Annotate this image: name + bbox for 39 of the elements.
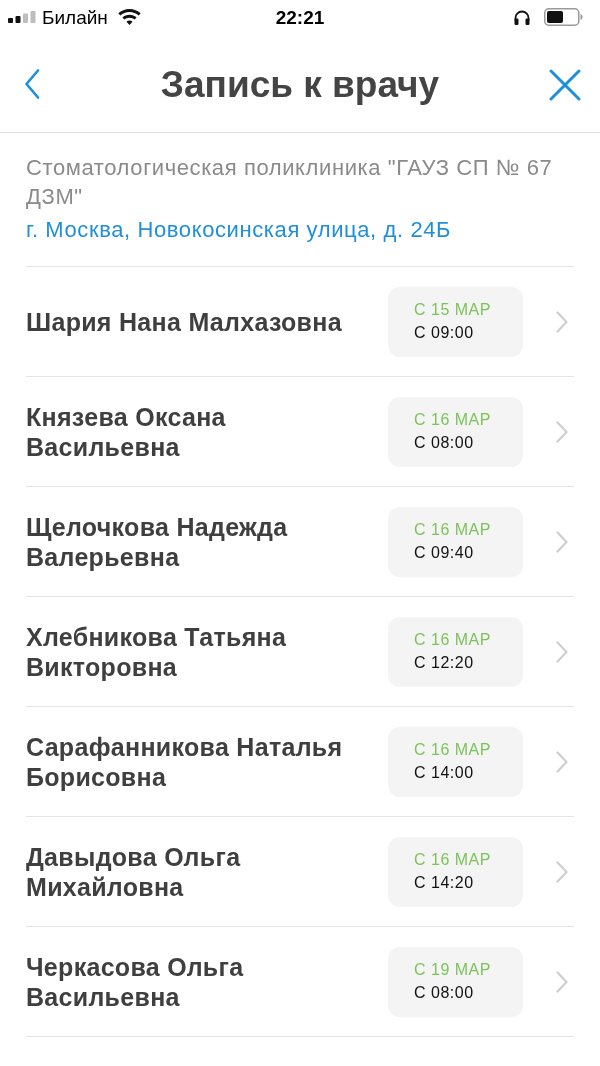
close-button[interactable] xyxy=(548,68,582,102)
chevron-right-icon[interactable] xyxy=(556,750,568,773)
slot-date: С 16 МАР xyxy=(414,850,491,870)
doctor-name[interactable]: Князева Оксана Васильевна xyxy=(26,401,371,462)
slot-time: С 09:00 xyxy=(414,323,474,343)
chevron-right-icon[interactable] xyxy=(556,860,568,883)
signal-icon xyxy=(8,11,36,23)
wifi-icon xyxy=(117,9,141,25)
slot-date: С 16 МАР xyxy=(414,520,491,540)
doctor-name[interactable]: Черкасова Ольга Васильевна xyxy=(26,951,371,1012)
slot-time: С 14:20 xyxy=(414,873,474,893)
slot-time: С 08:00 xyxy=(414,983,474,1003)
doctor-name[interactable]: Хлебникова Татьяна Викторовна xyxy=(26,621,371,682)
slot-date: С 16 МАР xyxy=(414,740,491,760)
slot-date: С 16 МАР xyxy=(414,630,491,650)
slot-date: С 19 МАР xyxy=(414,960,491,980)
chevron-right-icon[interactable] xyxy=(556,640,568,663)
chevron-right-icon[interactable] xyxy=(556,420,568,443)
doctor-name[interactable]: Шария Нана Малхазовна xyxy=(26,306,371,337)
doctor-name[interactable]: Сарафанникова Наталья Борисовна xyxy=(26,731,371,792)
headphones-icon xyxy=(514,9,530,25)
chevron-right-icon[interactable] xyxy=(556,970,568,993)
slot-date: С 15 МАР xyxy=(414,300,491,320)
clinic-name: Стоматологическая поликлиника "ГАУЗ СП № 67 ДЗМ" xyxy=(26,154,554,211)
chevron-right-icon[interactable] xyxy=(556,310,568,333)
battery-icon xyxy=(544,8,583,26)
slot-time: С 12:20 xyxy=(414,653,474,673)
screen-title: Запись к врачу xyxy=(160,65,440,103)
slot-time: С 08:00 xyxy=(414,433,474,453)
slot-time: С 09:40 xyxy=(414,543,474,563)
doctor-name[interactable]: Щелочкова Надежда Валерьевна xyxy=(26,511,371,572)
slot-date: С 16 МАР xyxy=(414,410,491,430)
back-chevron-icon xyxy=(24,69,40,99)
chevron-right-icon[interactable] xyxy=(556,530,568,553)
close-icon xyxy=(549,69,581,101)
slot-time: С 14:00 xyxy=(414,763,474,783)
carrier-name: Билайн xyxy=(42,7,108,27)
doctor-name[interactable]: Давыдова Ольга Михайловна xyxy=(26,841,371,902)
status-time: 22:21 xyxy=(275,7,325,27)
